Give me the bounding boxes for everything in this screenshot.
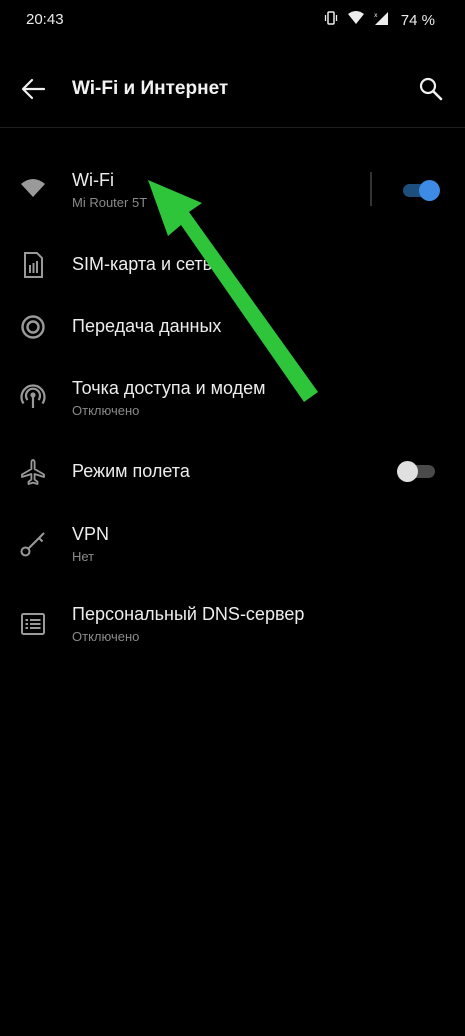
toggle-knob [397,461,418,482]
settings-item-sim[interactable]: SIM-карта и сеть [0,240,465,290]
status-bar: 20:43 x 74 % [0,0,465,40]
wifi-subtitle: Mi Router 5T [72,195,148,210]
data-usage-icon [19,313,47,341]
wifi-separator [370,172,372,206]
settings-item-data-usage[interactable]: Передача данных [0,302,465,352]
wifi-icon [19,174,47,202]
airplane-title: Режим полета [72,461,190,481]
status-icons: x 74 % [323,10,435,31]
vpn-subtitle: Нет [72,549,95,564]
data-usage-title: Передача данных [72,316,222,336]
status-time: 20:43 [26,11,64,28]
dns-icon [19,610,47,638]
hotspot-subtitle: Отключено [72,403,140,418]
page-title: Wi-Fi и Интернет [72,78,229,99]
settings-item-hotspot[interactable]: Точка доступа и модем Отключено [0,366,465,426]
arrow-left-icon [21,78,46,100]
dns-title: Персональный DNS-сервер [72,604,305,624]
settings-item-vpn[interactable]: VPN Нет [0,512,465,572]
header-divider [0,127,465,128]
settings-item-dns[interactable]: Персональный DNS-сервер Отключено [0,592,465,652]
sim-title: SIM-карта и сеть [72,254,213,274]
vpn-key-icon [19,530,47,558]
wifi-status-icon [347,10,365,31]
vibrate-icon [323,10,339,31]
toggle-knob [419,180,440,201]
battery-level: 74 % [400,12,435,29]
wifi-toggle[interactable] [397,180,440,201]
airplane-icon [19,458,47,486]
search-button[interactable] [415,73,447,105]
back-button[interactable] [18,74,48,104]
app-bar: Wi-Fi и Интернет [0,60,465,118]
hotspot-title: Точка доступа и модем [72,378,266,398]
wifi-title: Wi-Fi [72,170,114,190]
sim-card-icon [19,251,47,279]
dns-subtitle: Отключено [72,629,140,644]
hotspot-icon [19,382,47,410]
svg-text:x: x [374,12,378,19]
airplane-toggle[interactable] [397,461,439,482]
vpn-title: VPN [72,524,110,544]
settings-item-airplane[interactable]: Режим полета [0,447,465,497]
signal-icon: x [373,10,389,31]
settings-item-wifi[interactable]: Wi-Fi Mi Router 5T [0,160,465,220]
search-icon [419,77,443,101]
